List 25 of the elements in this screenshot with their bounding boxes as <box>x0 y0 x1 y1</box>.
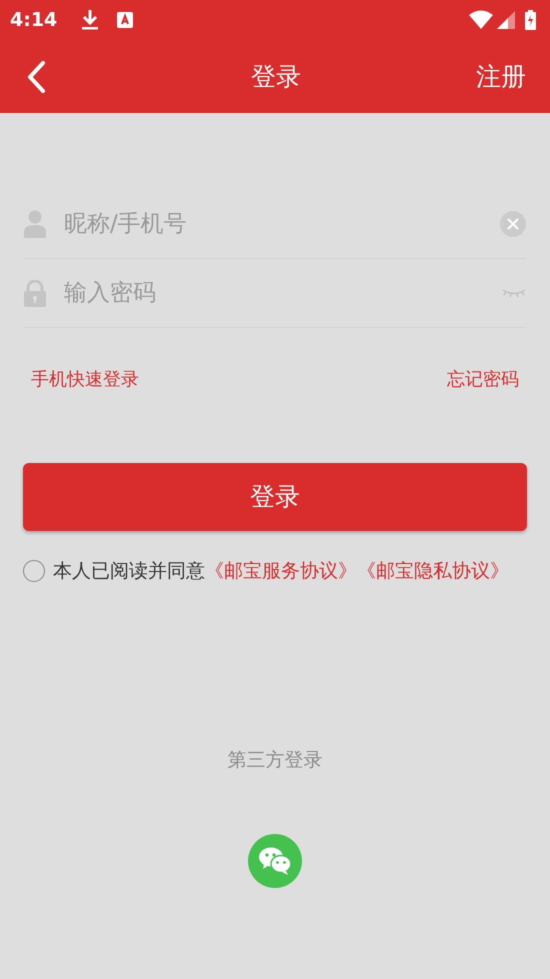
wechat-login-button[interactable] <box>248 834 302 888</box>
section-label: 第三方登录 <box>228 748 322 770</box>
clear-icon[interactable] <box>500 211 526 237</box>
signal-icon <box>497 11 515 29</box>
text-link[interactable]: 手机快速登录 <box>31 366 139 393</box>
closed-eye-icon[interactable] <box>502 288 526 298</box>
battery-icon <box>525 10 536 30</box>
back-icon[interactable] <box>26 60 46 94</box>
download-icon <box>81 9 100 31</box>
agreement-checkbox[interactable] <box>23 560 45 582</box>
clock-text: 4:14 <box>10 8 58 33</box>
user-icon <box>24 210 46 238</box>
input-field[interactable]: 昵称/手机号 <box>62 206 484 242</box>
page-title: 登录 <box>251 60 301 93</box>
lock-icon <box>24 280 46 306</box>
login-button[interactable]: 登录 <box>23 463 527 531</box>
chat-bubbles-icon <box>258 847 292 875</box>
agreement-text: 本人已阅读并同意《邮宝服务协议》《邮宝隐私协议》 <box>53 559 509 584</box>
text-link[interactable]: 忘记密码 <box>447 366 519 393</box>
agreement-link[interactable]: 《邮宝服务协议》 <box>205 560 357 582</box>
wifi-icon <box>469 10 493 30</box>
notification-icon <box>117 12 134 28</box>
agreement-link[interactable]: 《邮宝隐私协议》 <box>357 560 509 582</box>
register-link[interactable]: 注册 <box>476 58 526 96</box>
input-field[interactable]: 输入密码 <box>62 274 486 312</box>
